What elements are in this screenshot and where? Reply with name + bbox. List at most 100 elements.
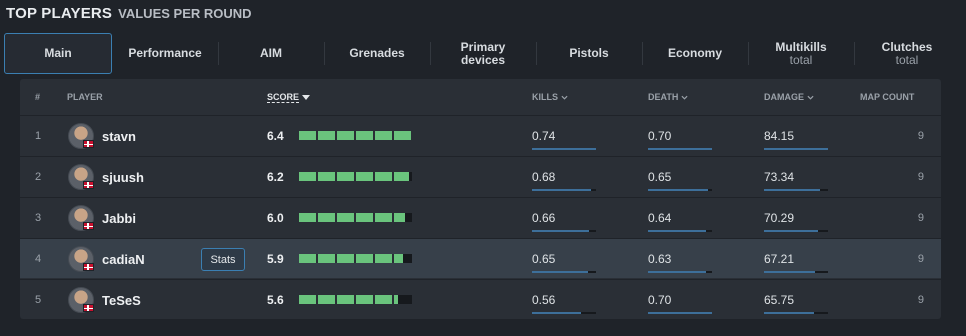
table-row[interactable]: 2 sjuush 6.2 0.68 0.65 73.34 9 — [20, 156, 941, 196]
damage-bar-fill — [764, 271, 816, 273]
damage-value: 73.34 — [764, 170, 795, 184]
tab-label: Pistols — [569, 46, 609, 60]
tab-label: Grenades — [349, 46, 405, 60]
score-value: 5.6 — [267, 293, 284, 307]
table-row[interactable]: 5 TeSeS 5.6 0.56 0.70 65.75 9 — [20, 279, 941, 319]
col-damage-label: DAMAGE — [764, 92, 804, 102]
table-row[interactable]: 1 stavn 6.4 0.74 0.70 84.15 9 — [20, 115, 941, 155]
stats-button[interactable]: Stats — [201, 248, 245, 271]
denmark-flag-icon — [83, 263, 94, 271]
title-main: TOP PLAYERS — [6, 5, 113, 22]
damage-bar-fill — [764, 148, 828, 150]
map-count-value: 9 — [917, 253, 924, 265]
score-bar — [299, 295, 412, 304]
tab-clutches[interactable]: Clutches total — [854, 33, 960, 74]
kills-bar-fill — [532, 148, 596, 150]
score-bar — [299, 254, 412, 263]
player-name[interactable]: stavn — [102, 116, 136, 156]
tab-multikills[interactable]: Multikills total — [748, 33, 854, 74]
kills-bar — [532, 312, 596, 314]
col-kills-sort[interactable]: KILLS — [532, 92, 568, 102]
tab-label: Clutches — [881, 39, 933, 54]
player-name[interactable]: sjuush — [102, 157, 144, 197]
col-player: PLAYER — [67, 92, 103, 102]
tab-label: Primary — [460, 39, 506, 54]
chevron-down-icon — [807, 95, 814, 100]
tab-grenades[interactable]: Grenades — [324, 33, 430, 74]
death-value: 0.63 — [648, 252, 672, 266]
tab-bar: Main Performance AIM Grenades Primary de… — [4, 33, 960, 74]
kills-value: 0.68 — [532, 170, 556, 184]
table-header: # PLAYER SCORE KILLS DEATH DAMAGE MAP CO… — [20, 79, 941, 115]
denmark-flag-icon — [83, 181, 94, 189]
col-death-sort[interactable]: DEATH — [648, 92, 688, 102]
death-value: 0.70 — [648, 293, 672, 307]
col-score-label: SCORE — [267, 92, 300, 103]
damage-value: 65.75 — [764, 293, 795, 307]
tab-label: Economy — [667, 46, 722, 60]
rank-cell: 3 — [35, 212, 42, 224]
rank-cell: 2 — [35, 171, 42, 183]
table-row[interactable]: 4 cadiaN Stats 5.9 0.65 0.63 67.21 9 — [20, 238, 941, 278]
score-bar — [299, 213, 412, 222]
kills-bar-fill — [532, 312, 581, 314]
kills-value: 0.65 — [532, 252, 556, 266]
damage-bar — [764, 312, 828, 314]
tab-economy[interactable]: Economy — [642, 33, 748, 74]
kills-bar — [532, 230, 596, 232]
tab-pistols[interactable]: Pistols — [536, 33, 642, 74]
kills-bar — [532, 148, 596, 150]
damage-bar-fill — [764, 189, 820, 191]
tab-sublabel: total — [789, 52, 813, 67]
kills-bar — [532, 271, 596, 273]
rank-cell: 1 — [35, 130, 42, 142]
death-value: 0.64 — [648, 211, 672, 225]
damage-bar — [764, 148, 828, 150]
rank-cell: 5 — [35, 294, 42, 306]
damage-bar-fill — [764, 312, 814, 314]
score-value: 6.0 — [267, 211, 284, 225]
denmark-flag-icon — [83, 304, 94, 312]
player-name[interactable]: TeSeS — [102, 280, 141, 320]
damage-value: 67.21 — [764, 252, 795, 266]
tab-label: Multikills — [775, 39, 827, 54]
death-value: 0.70 — [648, 129, 672, 143]
tab-label: AIM — [260, 46, 282, 60]
score-bar-fill — [299, 254, 403, 263]
map-count-value: 9 — [917, 171, 924, 183]
death-bar-fill — [648, 189, 708, 191]
col-score-sort[interactable]: SCORE — [267, 92, 311, 103]
tab-performance[interactable]: Performance — [112, 33, 218, 74]
damage-value: 70.29 — [764, 211, 795, 225]
sort-desc-icon — [302, 95, 311, 100]
chevron-down-icon — [561, 95, 568, 100]
score-value: 6.2 — [267, 170, 284, 184]
map-count-value: 9 — [917, 212, 924, 224]
player-name[interactable]: Jabbi — [102, 198, 136, 238]
col-death-label: DEATH — [648, 92, 679, 102]
players-table: # PLAYER SCORE KILLS DEATH DAMAGE MAP CO… — [20, 79, 941, 319]
player-name[interactable]: cadiaN — [102, 239, 145, 279]
tab-aim[interactable]: AIM — [218, 33, 324, 74]
damage-bar — [764, 230, 828, 232]
score-value: 6.4 — [267, 129, 284, 143]
tab-primary-devices[interactable]: Primary devices — [430, 33, 536, 74]
damage-bar — [764, 189, 828, 191]
death-bar — [648, 271, 712, 273]
kills-bar-fill — [532, 271, 589, 273]
map-count-value: 9 — [917, 294, 924, 306]
table-row[interactable]: 3 Jabbi 6.0 0.66 0.64 70.29 9 — [20, 197, 941, 237]
death-value: 0.65 — [648, 170, 672, 184]
death-bar — [648, 312, 712, 314]
tab-label-line2: devices — [460, 52, 506, 67]
score-bar-fill — [299, 213, 406, 222]
death-bar — [648, 148, 712, 150]
col-damage-sort[interactable]: DAMAGE — [764, 92, 814, 102]
score-value: 5.9 — [267, 252, 284, 266]
kills-value: 0.56 — [532, 293, 556, 307]
tab-main[interactable]: Main — [4, 33, 112, 74]
tab-label: Performance — [128, 46, 202, 60]
score-bar-fill — [299, 295, 399, 304]
damage-bar — [764, 271, 828, 273]
death-bar-fill — [648, 271, 706, 273]
